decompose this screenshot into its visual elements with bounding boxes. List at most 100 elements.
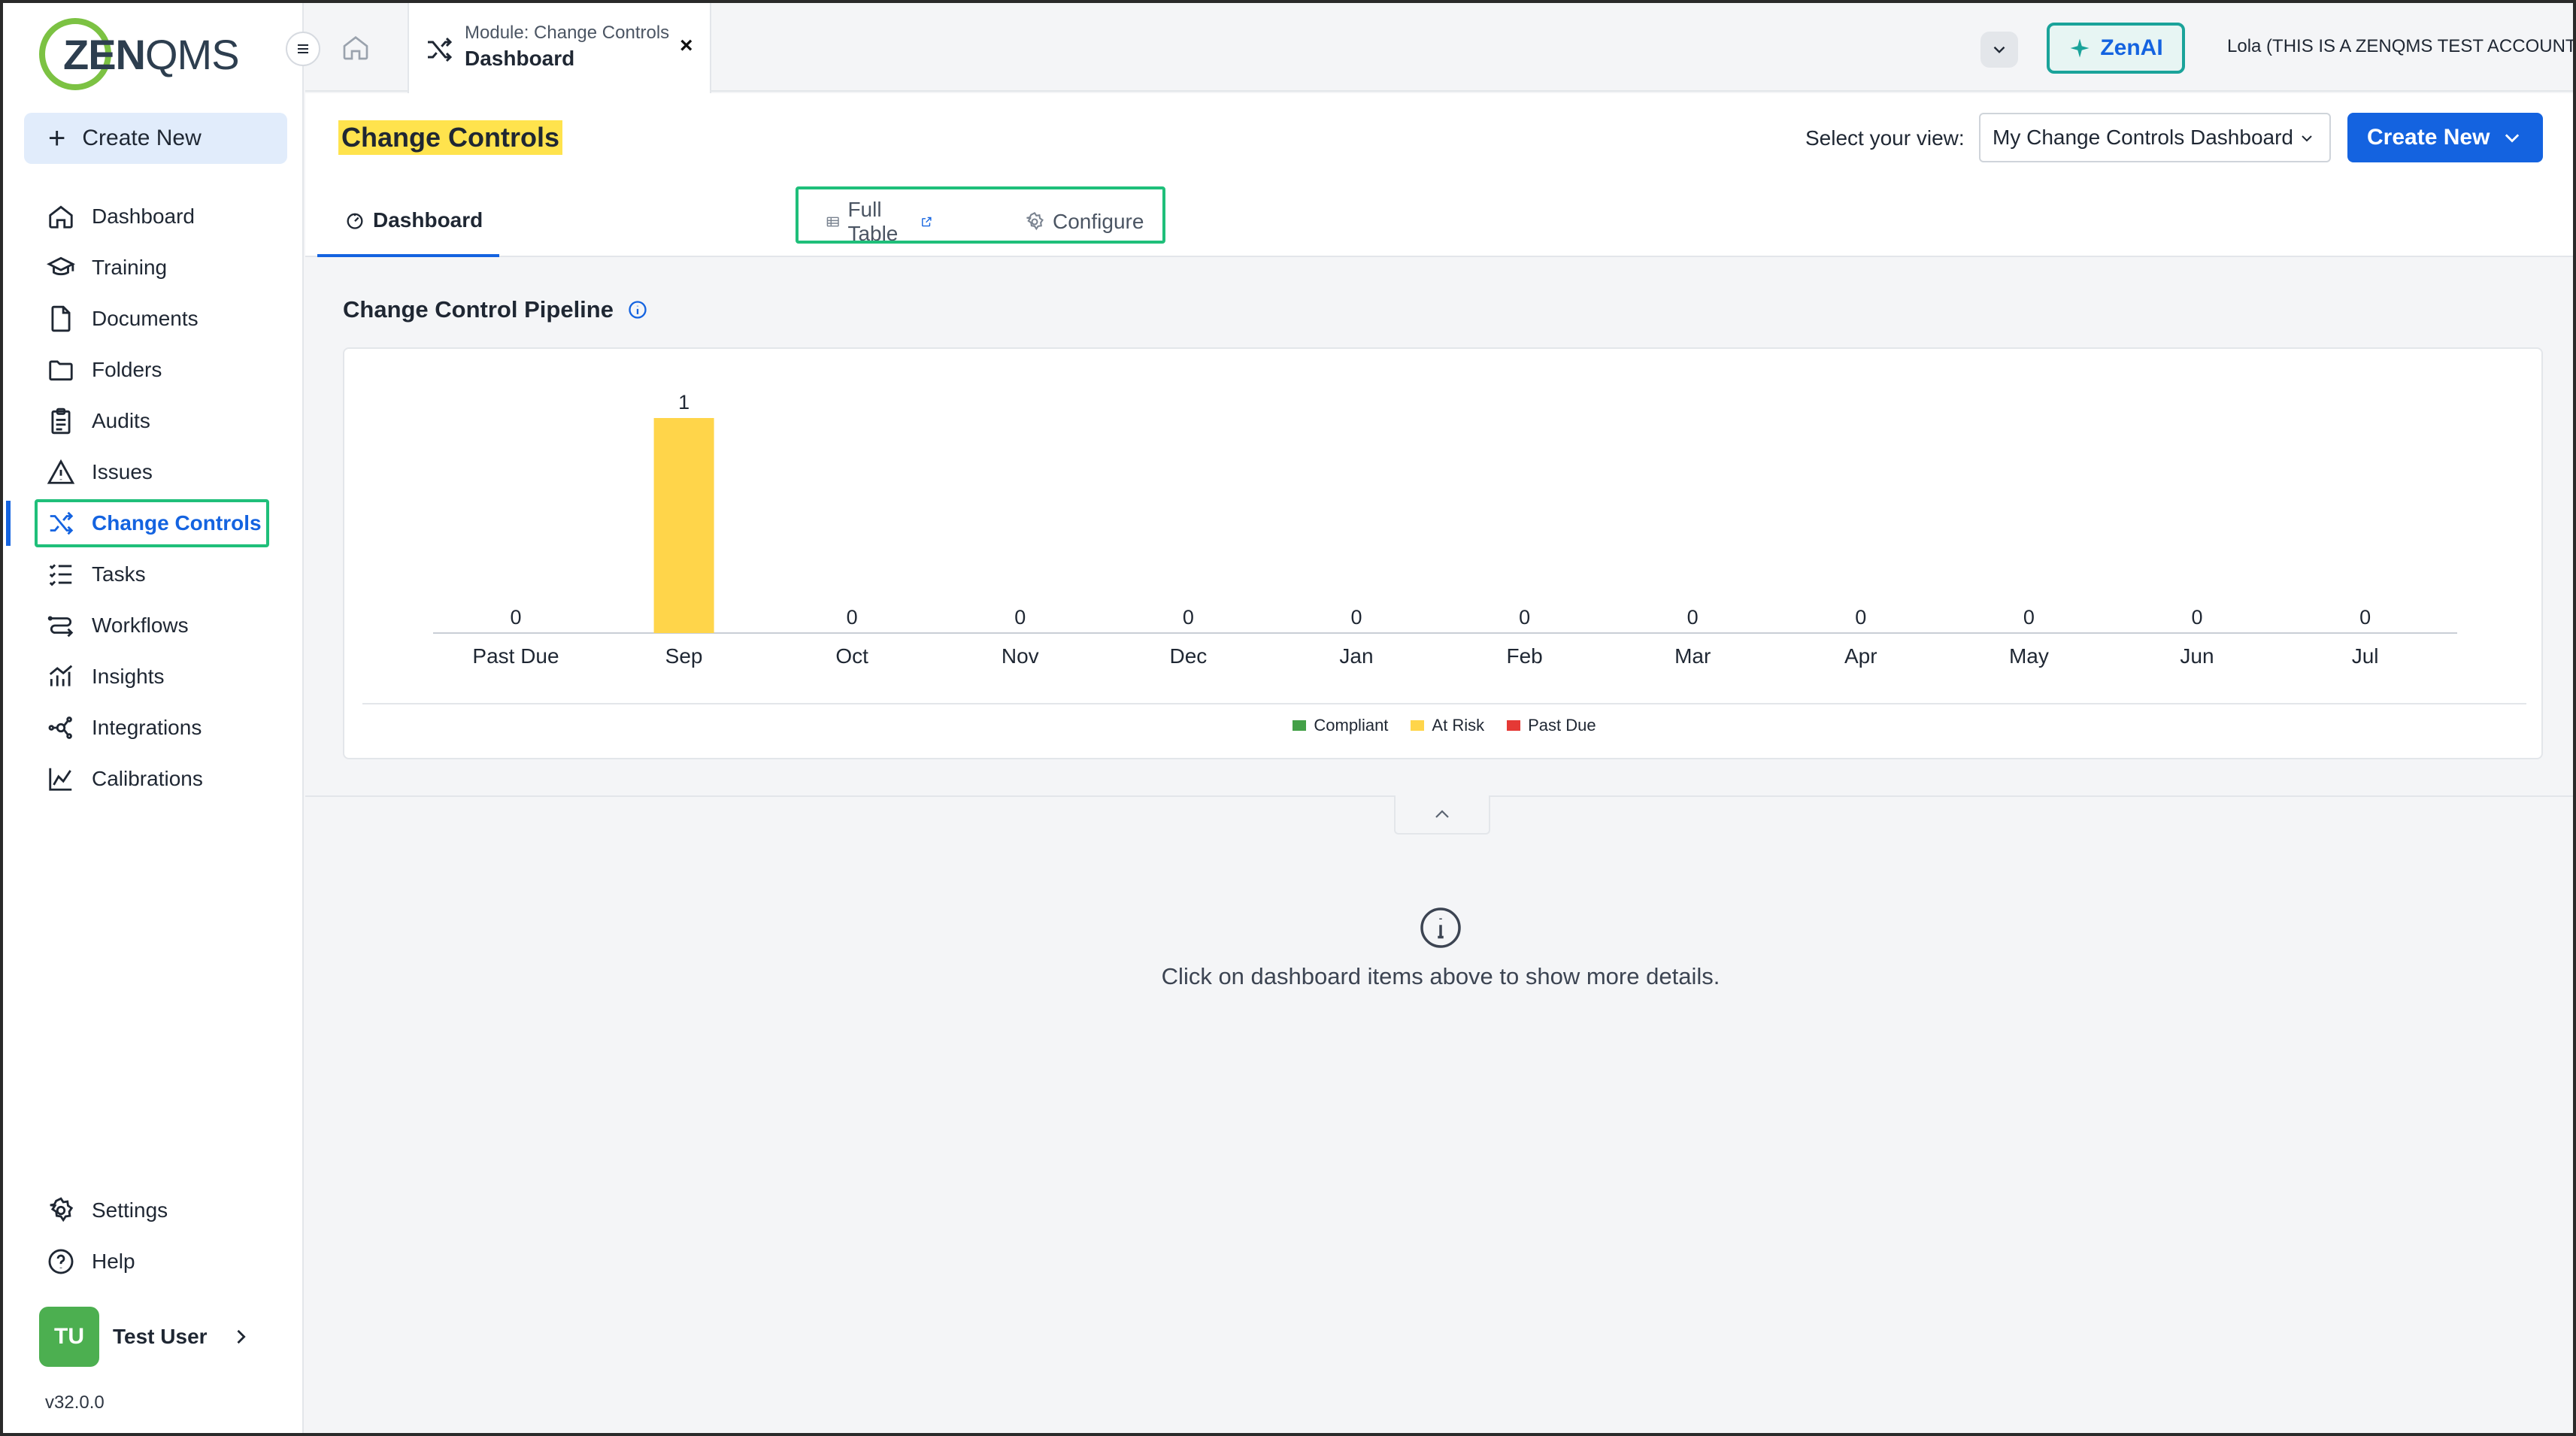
legend-item[interactable]: Compliant [1293,716,1388,735]
x-tick-label: Oct [835,644,868,668]
sidebar-item-label: Help [92,1250,135,1273]
highlight-box [796,186,1165,244]
highlight-box [35,499,269,547]
legend-swatch [1507,720,1521,731]
sidebar-create-new-button[interactable]: + Create New [24,113,287,164]
details-empty-state: Click on dashboard items above to show m… [305,905,2573,990]
sidebar-item-calibrations[interactable]: Calibrations [3,753,304,804]
chevron-up-icon [1435,810,1449,818]
sidebar-item-label: Integrations [92,716,202,739]
page-title: Change Controls [338,120,563,155]
tab-label: Dashboard [373,208,483,232]
zenai-button[interactable]: ZenAI [2047,23,2185,74]
chart-bars-icon [49,665,73,686]
sidebar-item-dashboard[interactable]: Dashboard [3,191,304,242]
sidebar-bottom-nav: Settings Help [3,1185,304,1287]
x-tick-label: Mar [1674,644,1711,668]
chevron-down-icon [2505,134,2520,143]
tabs-dropdown-button[interactable] [1980,32,2018,68]
x-tick-label: Apr [1844,644,1877,668]
sidebar-item-issues[interactable]: Issues [3,447,304,498]
bar-value-label: 0 [1855,606,1866,629]
legend-item[interactable]: Past Due [1507,716,1596,735]
active-indicator [6,501,11,546]
bar-value-label: 0 [1014,606,1026,629]
gear-icon [50,1197,74,1222]
document-icon [51,305,71,332]
create-new-button-label: Create New [2367,125,2490,150]
sidebar-item-label: Audits [92,409,150,432]
info-icon [1420,907,1461,948]
info-icon[interactable] [627,299,648,320]
x-tick-label: Jun [2180,644,2214,668]
close-tab-button[interactable]: × [680,33,693,59]
sidebar-item-workflows[interactable]: Workflows [3,600,304,651]
legend-label: Past Due [1528,716,1596,735]
sparkle-icon [2070,38,2090,58]
chevron-down-icon [1993,46,2005,53]
bar-value-label: 0 [847,606,858,629]
page-header: Change Controls Select your view: My Cha… [305,93,2573,257]
sidebar-item-folders[interactable]: Folders [3,344,304,395]
sidebar-item-label: Folders [92,358,162,381]
legend-swatch [1411,720,1425,731]
clipboard-icon [51,407,71,435]
sidebar-toggle-button[interactable] [286,32,320,66]
account-label[interactable]: Lola (THIS IS A ZENQMS TEST ACCOUNT) [2227,36,2573,57]
tab-dashboard[interactable]: Dashboard [317,186,499,257]
sidebar-item-audits[interactable]: Audits [3,395,304,447]
sidebar-item-tasks[interactable]: Tasks [3,549,304,600]
home-icon [343,35,368,60]
chevron-down-icon [2302,135,2312,142]
bar-value-label: 0 [2359,606,2371,629]
user-name: Test User [113,1325,208,1348]
module-tab[interactable]: Module: Change Controls Dashboard × [408,3,711,93]
task-list-icon [49,564,72,586]
collapse-panel-button[interactable] [1394,795,1490,835]
zenai-label: ZenAI [2100,35,2163,60]
sidebar-item-change-controls[interactable]: Change Controls [3,498,304,549]
bar-value-label: 1 [678,391,689,414]
sidebar-item-training[interactable]: Training [3,242,304,293]
sidebar-item-label: Settings [92,1198,168,1222]
sidebar-item-documents[interactable]: Documents [3,293,304,344]
x-tick-label: Dec [1170,644,1208,668]
module-tab-title: Dashboard [465,47,575,70]
chart-legend: Compliant At Risk Past Due [344,716,2544,735]
top-bar: Module: Change Controls Dashboard × ZenA… [305,3,2573,93]
bar-value-label: 0 [1350,606,1362,629]
chart-bar[interactable] [653,418,714,633]
view-select[interactable]: My Change Controls Dashboard [1979,113,2331,162]
sidebar-item-label: Issues [92,460,153,483]
create-new-label: Create New [82,126,202,150]
x-tick-label: Nov [1002,644,1039,668]
x-tick-label: May [2009,644,2049,668]
pipeline-bar-chart: 0 Past Due 1 Sep 0 Oct 0 Nov 0 Dec 0 Jan 0 Feb 0 Mar 0 Ap… [362,391,2526,704]
home-icon [49,205,73,229]
dashboard-gauge-icon [347,213,363,229]
home-tab[interactable] [305,3,406,92]
plus-icon: + [48,122,66,155]
empty-state-message: Click on dashboard items above to show m… [1161,963,1720,989]
sidebar-item-label: Calibrations [92,767,203,790]
zenqms-logo[interactable]: ZENQMS [39,17,240,99]
create-new-button[interactable]: Create New [2347,113,2543,162]
sidebar-nav: Dashboard Training Documents Folders Aud… [3,191,304,804]
dashboard-content: Change Control Pipeline 0 Past Due 1 Sep 0 Oc… [305,259,2573,797]
sidebar-item-settings[interactable]: Settings [3,1185,304,1236]
avatar: TU [39,1307,99,1367]
sidebar-item-integrations[interactable]: Integrations [3,702,304,753]
warning-icon [47,459,75,484]
sidebar-item-help[interactable]: Help [3,1236,304,1287]
network-icon [48,716,72,739]
user-menu[interactable]: TU Test User [39,1307,251,1367]
x-tick-label: Jan [1339,644,1373,668]
workflow-icon [47,616,74,638]
bar-value-label: 0 [2023,606,2035,629]
legend-item[interactable]: At Risk [1411,716,1484,735]
view-label: Select your view: [1805,126,1965,150]
sidebar-item-insights[interactable]: Insights [3,651,304,702]
bar-value-label: 0 [1519,606,1530,629]
bar-value-label: 0 [510,606,521,629]
sidebar-item-label: Tasks [92,562,146,586]
